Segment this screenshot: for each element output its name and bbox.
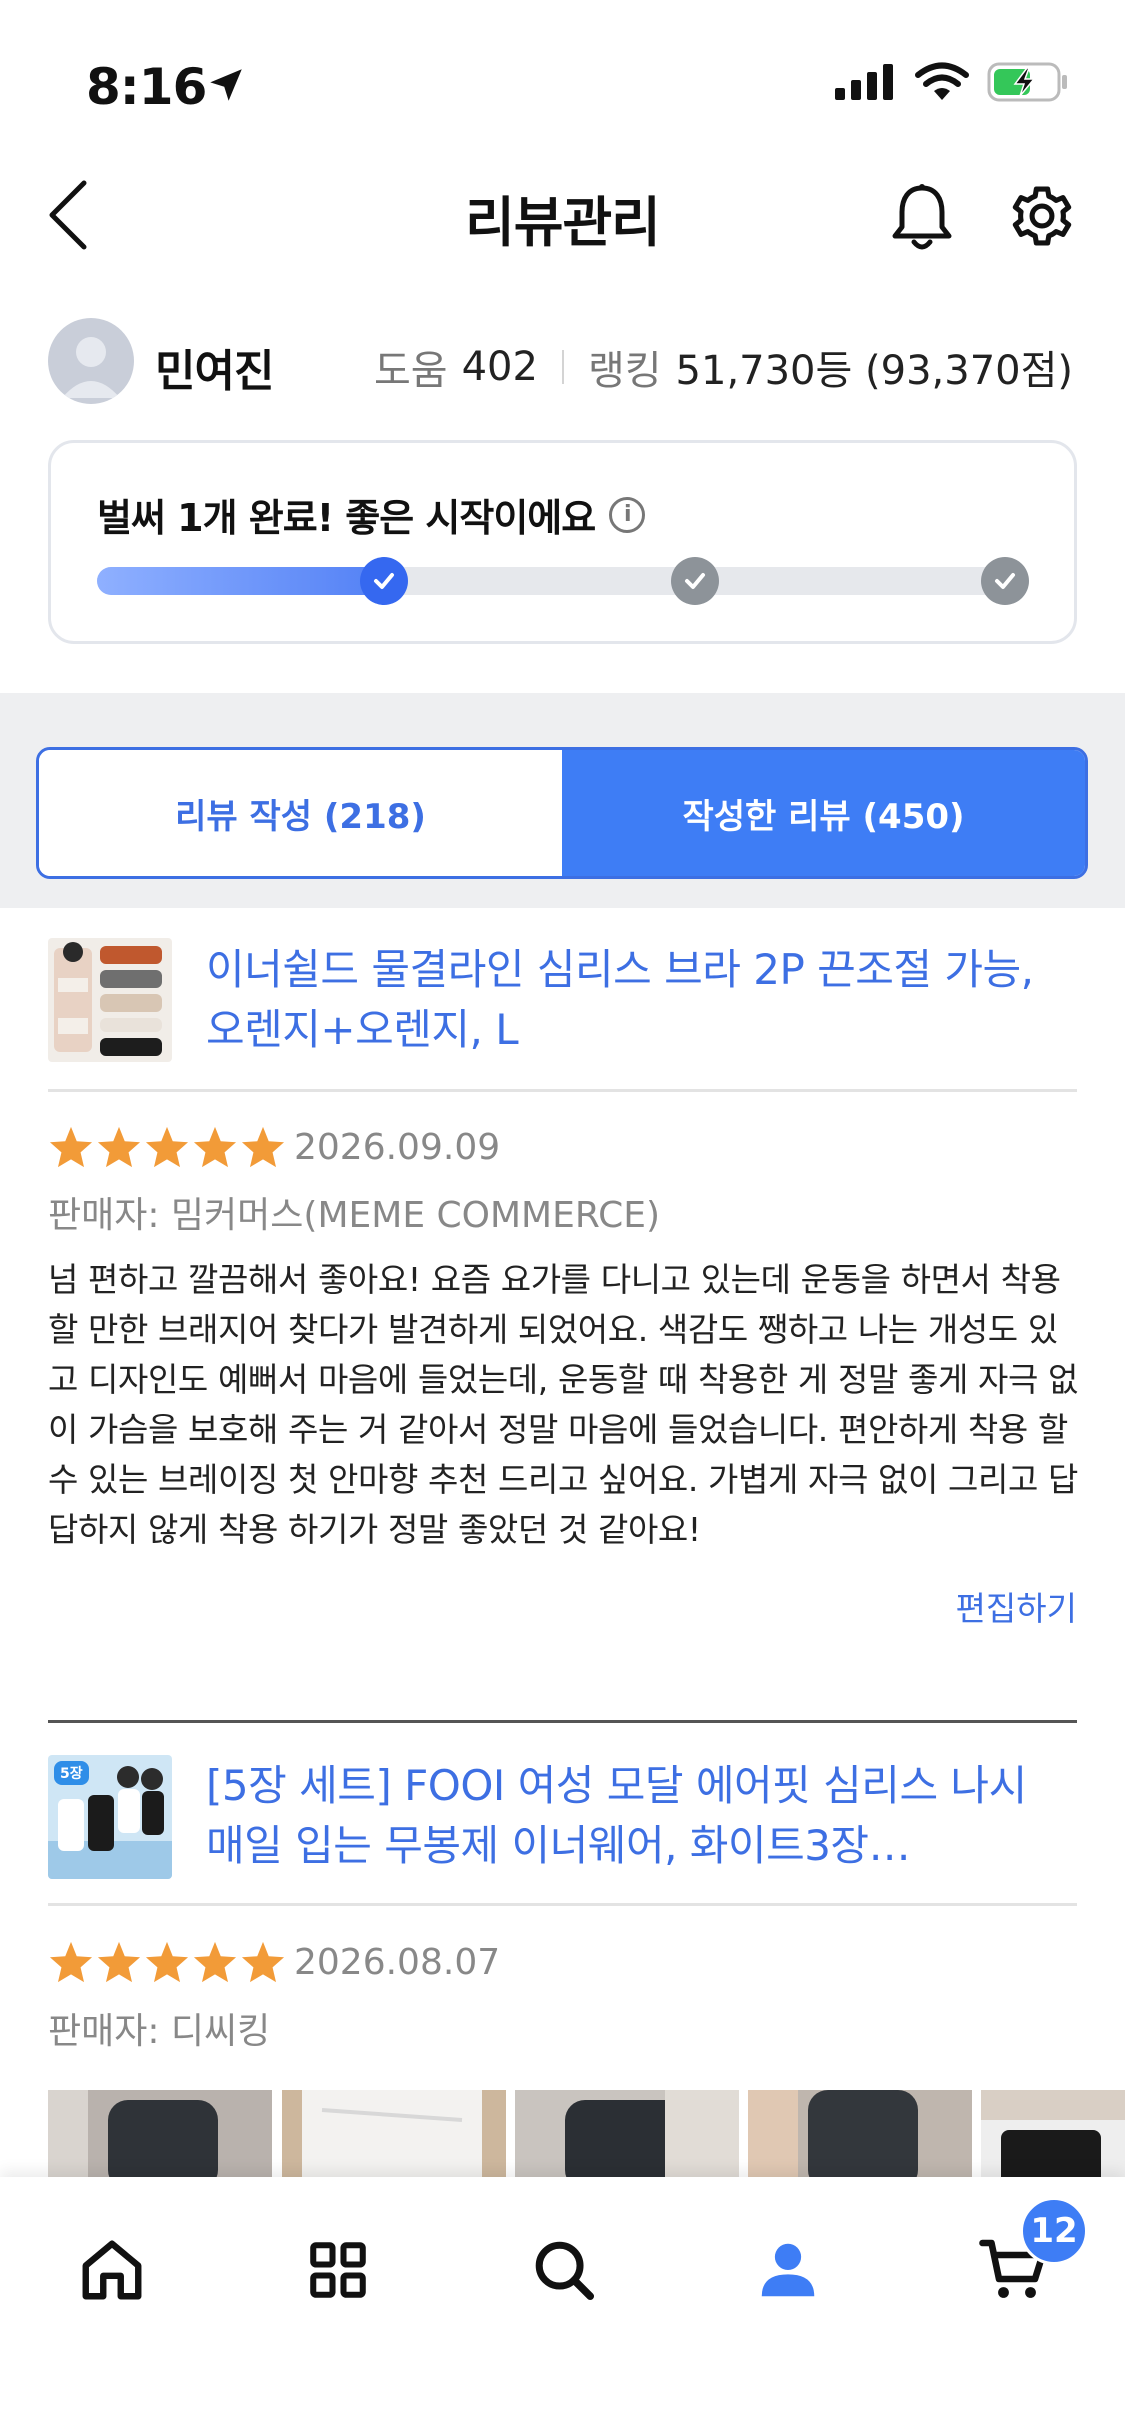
progress-message: 벌써 1개 완료! 좋은 시작이에요 [97, 496, 596, 540]
seller-name: 판매자: 밈커머스(MEME COMMERCE) [48, 1195, 661, 1236]
star-icon [145, 1126, 189, 1168]
user-name: 민여진 [155, 346, 274, 397]
status-icons [835, 62, 1069, 102]
review-photo[interactable] [981, 2090, 1125, 2190]
review-tabs: 리뷰 작성 (218) 작성한 리뷰 (450) [36, 747, 1088, 879]
star-icon [145, 1941, 189, 1983]
progress-card: 벌써 1개 완료! 좋은 시작이에요 i [48, 440, 1077, 644]
review-photo[interactable] [748, 2090, 972, 2190]
user-silhouette-icon [62, 337, 120, 398]
star-icon [193, 1126, 237, 1168]
review-separator [48, 1720, 1077, 1723]
review-photo[interactable] [282, 2090, 506, 2190]
review-photo-image [48, 2090, 272, 2190]
review-date: 2026.08.07 [294, 1942, 501, 1983]
status-time: 8:16 [86, 58, 207, 116]
star-icon [49, 1941, 93, 1983]
star-icon [97, 1941, 141, 1983]
avatar [48, 318, 134, 404]
battery-charging-icon [987, 62, 1067, 102]
review-photo-image [515, 2090, 739, 2190]
wifi-icon [915, 62, 969, 100]
review-date: 2026.09.09 [294, 1127, 501, 1168]
review-photo[interactable] [48, 2090, 272, 2190]
tab-write-review[interactable]: 리뷰 작성 (218) [39, 750, 562, 876]
check-icon [374, 573, 394, 589]
review-photo-image [282, 2090, 506, 2190]
bell-icon [892, 184, 952, 250]
search-icon [535, 2241, 595, 2301]
rank-value: 51,730등 (93,370점) [675, 348, 1073, 394]
thumb-badge: 5장 [54, 1761, 89, 1785]
user-stats: 도움 402 랭킹 51,730등 (93,370점) [374, 338, 1073, 396]
product-thumbnail[interactable]: 5장 [48, 1755, 172, 1879]
divider [48, 1089, 1077, 1092]
tab-written-reviews[interactable]: 작성한 리뷰 (450) [562, 750, 1085, 876]
signal-icon [835, 64, 893, 100]
tab-search[interactable] [516, 2222, 612, 2318]
edit-review-button[interactable]: 편집하기 [956, 1582, 1077, 1630]
tab-my-page[interactable] [740, 2222, 836, 2318]
person-icon [761, 2243, 815, 2297]
progress-track [97, 557, 1029, 605]
check-icon [995, 573, 1015, 589]
stats-divider [561, 350, 564, 384]
settings-button[interactable] [1008, 182, 1076, 250]
review-photo[interactable] [515, 2090, 739, 2190]
seller-name: 판매자: 디씨킹 [48, 2011, 271, 2052]
product-image-bra [48, 938, 172, 1062]
gear-icon [1012, 186, 1072, 246]
progress-message-row: 벌써 1개 완료! 좋은 시작이에요 i [97, 487, 646, 542]
review-photo-image [981, 2090, 1125, 2190]
divider [48, 1903, 1077, 1906]
review-photo-image [748, 2090, 972, 2190]
info-icon[interactable]: i [609, 496, 646, 533]
product-thumbnail[interactable] [48, 938, 172, 1062]
star-icon [97, 1126, 141, 1168]
help-value: 402 [461, 344, 538, 390]
star-icon [241, 1126, 285, 1168]
rating-stars [48, 1940, 286, 1984]
check-icon [685, 573, 705, 589]
star-icon [49, 1126, 93, 1168]
tab-home[interactable] [64, 2222, 160, 2318]
help-label: 도움 [373, 348, 448, 394]
rank-label: 랭킹 [587, 348, 662, 394]
progress-step-3 [981, 557, 1029, 605]
progress-fill [97, 567, 404, 595]
cart-count-badge: 12 [1020, 2197, 1088, 2265]
star-icon [241, 1941, 285, 1983]
product-title-link[interactable]: 이너쉴드 물결라인 심리스 브라 2P 끈조절 가능, 오렌지+오렌지, L [206, 940, 1046, 1060]
notification-button[interactable] [890, 182, 954, 254]
review-text: 넘 편하고 깔끔해서 좋아요! 요즘 요가를 다니고 있는데 운동을 하면서 착… [48, 1260, 1078, 1549]
progress-step-1 [360, 557, 408, 605]
home-icon [82, 2240, 142, 2300]
rating-stars [48, 1125, 286, 1169]
page-title: 리뷰관리 [465, 191, 661, 254]
grid-icon [310, 2242, 366, 2298]
star-icon [193, 1941, 237, 1983]
location-arrow-icon [205, 64, 247, 110]
tab-categories[interactable] [290, 2222, 386, 2318]
progress-step-2 [671, 557, 719, 605]
product-title-link[interactable]: [5장 세트] FOOI 여성 모달 에어핏 심리스 나시 매일 입는 무봉제 … [206, 1756, 1066, 1876]
